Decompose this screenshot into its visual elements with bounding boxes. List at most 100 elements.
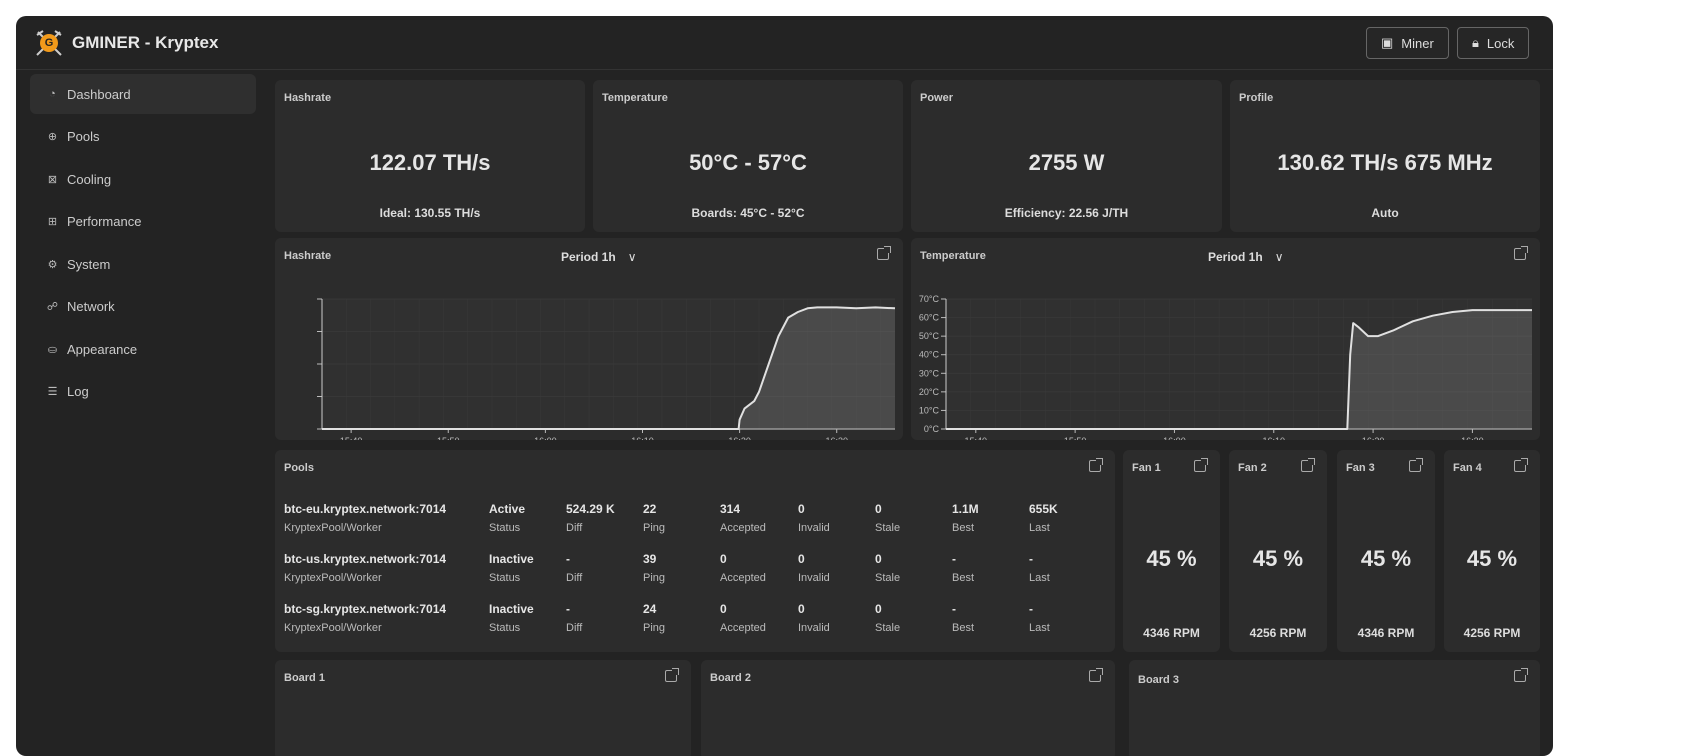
pool-ping-label: Ping (643, 522, 666, 534)
pool-stale-value: 0 (875, 502, 882, 516)
pool-row[interactable]: btc-us.kryptex.network:7014 KryptexPool/W… (284, 552, 1104, 592)
expand-icon[interactable] (1089, 458, 1103, 472)
sidebar-item-performance[interactable]: ⊞ Performance (30, 202, 256, 242)
pool-url: btc-eu.kryptex.network:7014 (284, 502, 447, 516)
header: G GMINER - Kryptex ▣ Miner 🔒︎ Lock (16, 16, 1553, 70)
expand-icon[interactable] (1089, 668, 1103, 682)
pool-worker: KryptexPool/Worker (284, 622, 382, 634)
expand-icon[interactable] (1514, 458, 1528, 472)
hashrate-chart: 15:40 15:50 16:00 16:10 16:20 16:30 (317, 298, 896, 440)
app-window: G GMINER - Kryptex ▣ Miner 🔒︎ Lock ◔ Dashbo… (16, 16, 1553, 756)
pool-row[interactable]: btc-sg.kryptex.network:7014 KryptexPool/W… (284, 602, 1104, 642)
pool-stale-label: Stale (875, 572, 901, 584)
y-tick-label: 40°C (919, 350, 940, 360)
fan-rpm: 4256 RPM (1249, 626, 1307, 640)
x-tick-label: 16:10 (1262, 436, 1285, 440)
expand-icon[interactable] (665, 668, 679, 682)
x-tick-label: 16:30 (1461, 436, 1484, 440)
pool-best-value: - (952, 602, 956, 616)
hashrate-card: Hashrate 122.07 TH/s Ideal: 130.55 TH/s (275, 80, 585, 232)
pool-best-label: Best (952, 522, 975, 534)
miner-button[interactable]: ▣ Miner (1366, 27, 1449, 59)
fan-icon: ⊠ (47, 173, 58, 186)
pool-accepted-value: 314 (720, 502, 741, 516)
pool-last-label: Last (1029, 522, 1050, 534)
sidebar-item-log[interactable]: ☰ Log (30, 372, 256, 412)
pool-best-label: Best (952, 622, 975, 634)
x-tick-label: 15:50 (1064, 436, 1087, 440)
expand-icon[interactable] (1301, 458, 1315, 472)
list-icon: ☰ (47, 386, 58, 398)
y-tick-label: 0°C (924, 424, 940, 434)
pool-status-label: Status (489, 572, 521, 584)
pool-ping-label: Ping (643, 622, 666, 634)
pool-worker: KryptexPool/Worker (284, 522, 382, 534)
x-tick-label: 16:00 (1163, 436, 1186, 440)
network-icon: ☍ (46, 301, 59, 313)
pool-invalid-label: Invalid (798, 622, 830, 634)
globe-icon: ⊕ (47, 131, 58, 143)
pool-diff-label: Diff (566, 572, 583, 584)
profile-card: Profile 130.62 TH/s 675 MHz Auto (1230, 80, 1540, 232)
pool-last-label: Last (1029, 572, 1050, 584)
pool-stale-label: Stale (875, 522, 901, 534)
x-tick-label: 16:00 (534, 436, 557, 440)
pool-diff-value: - (566, 602, 570, 616)
fan-rpm: 4256 RPM (1463, 626, 1521, 640)
pool-last-value: - (1029, 552, 1033, 566)
pool-best-value: 1.1M (952, 502, 979, 516)
pool-last-value: - (1029, 602, 1033, 616)
pool-accepted-value: 0 (720, 552, 727, 566)
pool-diff-value: - (566, 552, 570, 566)
pool-accepted-value: 0 (720, 602, 727, 616)
pool-last-value: 655K (1029, 502, 1058, 516)
pool-url: btc-us.kryptex.network:7014 (284, 552, 447, 566)
y-tick-label: 30°C (919, 368, 940, 378)
sidebar-item-appearance[interactable]: ⛀ Appearance (30, 329, 256, 369)
pool-invalid-value: 0 (798, 602, 805, 616)
pool-ping-value: 22 (643, 502, 657, 516)
pool-stale-value: 0 (875, 602, 882, 616)
pools-card: Pools btc-eu.kryptex.network:7014 Kryptex… (275, 450, 1115, 652)
x-tick-label: 15:50 (437, 436, 460, 440)
fan-3-card: Fan 3 45 % 4346 RPM (1337, 450, 1435, 652)
x-tick-label: 16:20 (1362, 436, 1385, 440)
expand-icon[interactable] (1194, 458, 1208, 472)
pool-ping-value: 39 (643, 552, 657, 566)
x-tick-label: 16:20 (728, 436, 751, 440)
pool-status-value: Inactive (489, 552, 534, 566)
pool-last-label: Last (1029, 622, 1050, 634)
pool-best-value: - (952, 552, 956, 566)
fan-2-card: Fan 2 45 % 4256 RPM (1229, 450, 1327, 652)
hashrate-chart-card: Hashrate Period 1h∨ 15:4015:5016:0016:10… (275, 238, 903, 440)
sidebar-item-cooling[interactable]: ⊠ Cooling (30, 159, 256, 199)
sidebar-item-pools[interactable]: ⊕ Pools (30, 117, 256, 157)
y-tick-label: 60°C (919, 313, 940, 323)
pool-invalid-value: 0 (798, 502, 805, 516)
fan-rpm: 4346 RPM (1143, 626, 1200, 640)
pool-accepted-label: Accepted (720, 522, 766, 534)
sidebar-item-system[interactable]: ⚙ System (30, 244, 256, 284)
x-tick-label: 16:30 (825, 436, 848, 440)
pool-status-label: Status (489, 522, 521, 534)
pool-worker: KryptexPool/Worker (284, 572, 382, 584)
pool-invalid-value: 0 (798, 552, 805, 566)
pool-accepted-label: Accepted (720, 622, 766, 634)
lock-button[interactable]: 🔒︎ Lock (1457, 27, 1530, 59)
pool-row[interactable]: btc-eu.kryptex.network:7014 KryptexPool/W… (284, 502, 1104, 542)
pool-diff-value: 524.29 K (566, 502, 615, 516)
y-tick-label: 20°C (919, 387, 940, 397)
pool-url: btc-sg.kryptex.network:7014 (284, 602, 447, 616)
x-tick-label: 15:40 (965, 436, 988, 440)
expand-icon[interactable] (1409, 458, 1423, 472)
performance-icon: ⊞ (47, 216, 58, 228)
temperature-chart: 0°C 10°C 20°C 30°C 40°C 50°C 60°C 70°C 15:40 15:5… (919, 294, 1532, 440)
sidebar-item-network[interactable]: ☍ Network (30, 287, 256, 327)
pool-invalid-label: Invalid (798, 522, 830, 534)
sidebar: ◔ Dashboard ⊕ Pools ⊠ Cooling ⊞ Performance … (30, 74, 256, 414)
sidebar-item-dashboard[interactable]: ◔ Dashboard (30, 74, 256, 114)
expand-icon[interactable] (1514, 668, 1528, 682)
app-title: GMINER - Kryptex (72, 32, 219, 52)
fan-rpm: 4346 RPM (1357, 626, 1415, 640)
pool-status-value: Active (489, 502, 526, 516)
